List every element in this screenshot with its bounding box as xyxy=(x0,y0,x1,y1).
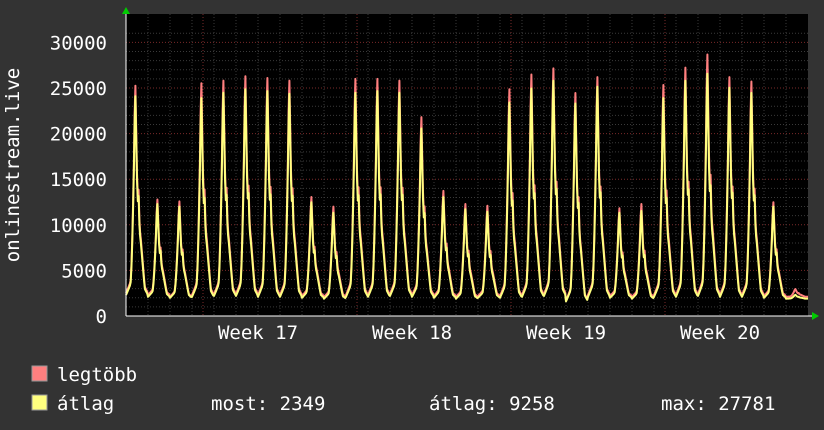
legend-label-avg: átlag xyxy=(57,393,114,415)
x-tick-label: Week 20 xyxy=(680,322,760,344)
x-tick-label: Week 17 xyxy=(218,322,298,344)
y-tick-label: 10000 xyxy=(50,215,107,237)
x-tick-label: Week 18 xyxy=(372,322,452,344)
stat-average: átlag: 9258 xyxy=(429,393,555,415)
y-tick-label: 30000 xyxy=(50,32,107,54)
chart-root: 0 5000 10000 15000 20000 25000 30000 Week 17 We… xyxy=(0,0,824,430)
stat-current: most: 2349 xyxy=(211,393,325,415)
y-tick-label: 0 xyxy=(96,306,107,328)
y-tick-label: 15000 xyxy=(50,169,107,191)
y-tick-label: 20000 xyxy=(50,124,107,146)
legend-swatch-max xyxy=(31,365,48,382)
x-tick-label: Week 19 xyxy=(526,322,606,344)
legend-swatch-avg xyxy=(31,394,48,411)
y-tick-label: 5000 xyxy=(61,260,107,282)
stat-max: max: 27781 xyxy=(661,393,775,415)
legend-label-max: legtöbb xyxy=(57,364,137,386)
y-axis-label: onlinestream.live xyxy=(2,68,24,262)
y-tick-label: 25000 xyxy=(50,78,107,100)
